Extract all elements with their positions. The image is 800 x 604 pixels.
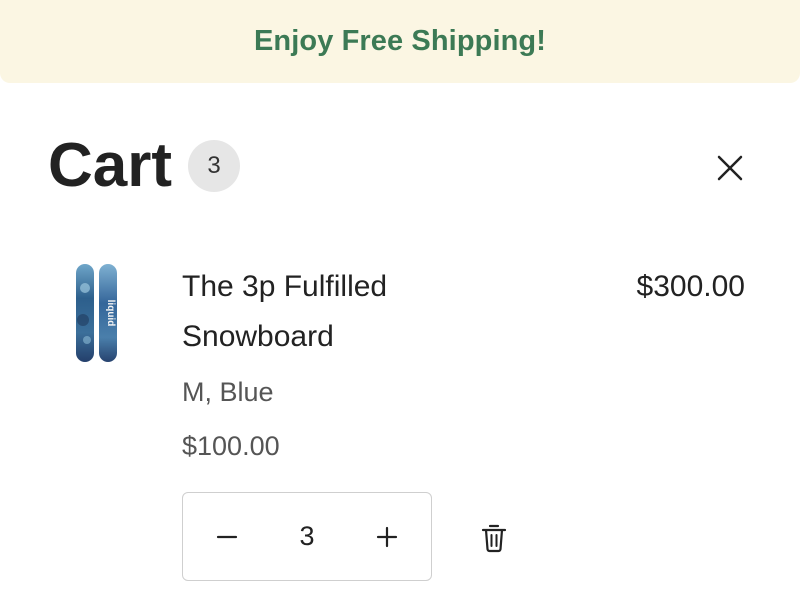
board-brand-text: liquid	[105, 300, 116, 327]
cart-title: Cart	[48, 131, 173, 200]
close-icon	[717, 155, 743, 181]
trash-icon	[481, 524, 507, 553]
quantity-value[interactable]: 3	[277, 521, 337, 552]
line-price: $300.00	[636, 270, 745, 303]
minus-icon	[216, 535, 238, 538]
banner-text: Enjoy Free Shipping!	[253, 25, 546, 57]
announcement-banner: Enjoy Free Shipping!	[0, 0, 800, 83]
close-button[interactable]	[711, 149, 749, 187]
cart-count-badge: 3	[188, 140, 241, 192]
remove-item-button[interactable]	[474, 518, 514, 558]
product-variant: M, Blue	[182, 377, 274, 407]
decrease-quantity-button[interactable]	[183, 493, 271, 580]
increase-quantity-button[interactable]	[343, 493, 431, 580]
snowboard-image: liquid	[76, 264, 117, 362]
product-title[interactable]: The 3p Fulfilled Snowboard	[182, 262, 482, 362]
quantity-stepper: 3	[182, 492, 432, 581]
product-image[interactable]: liquid	[64, 258, 128, 370]
plus-icon	[376, 526, 398, 547]
unit-price: $100.00	[182, 431, 280, 461]
cart-header: Cart 3	[48, 130, 241, 202]
